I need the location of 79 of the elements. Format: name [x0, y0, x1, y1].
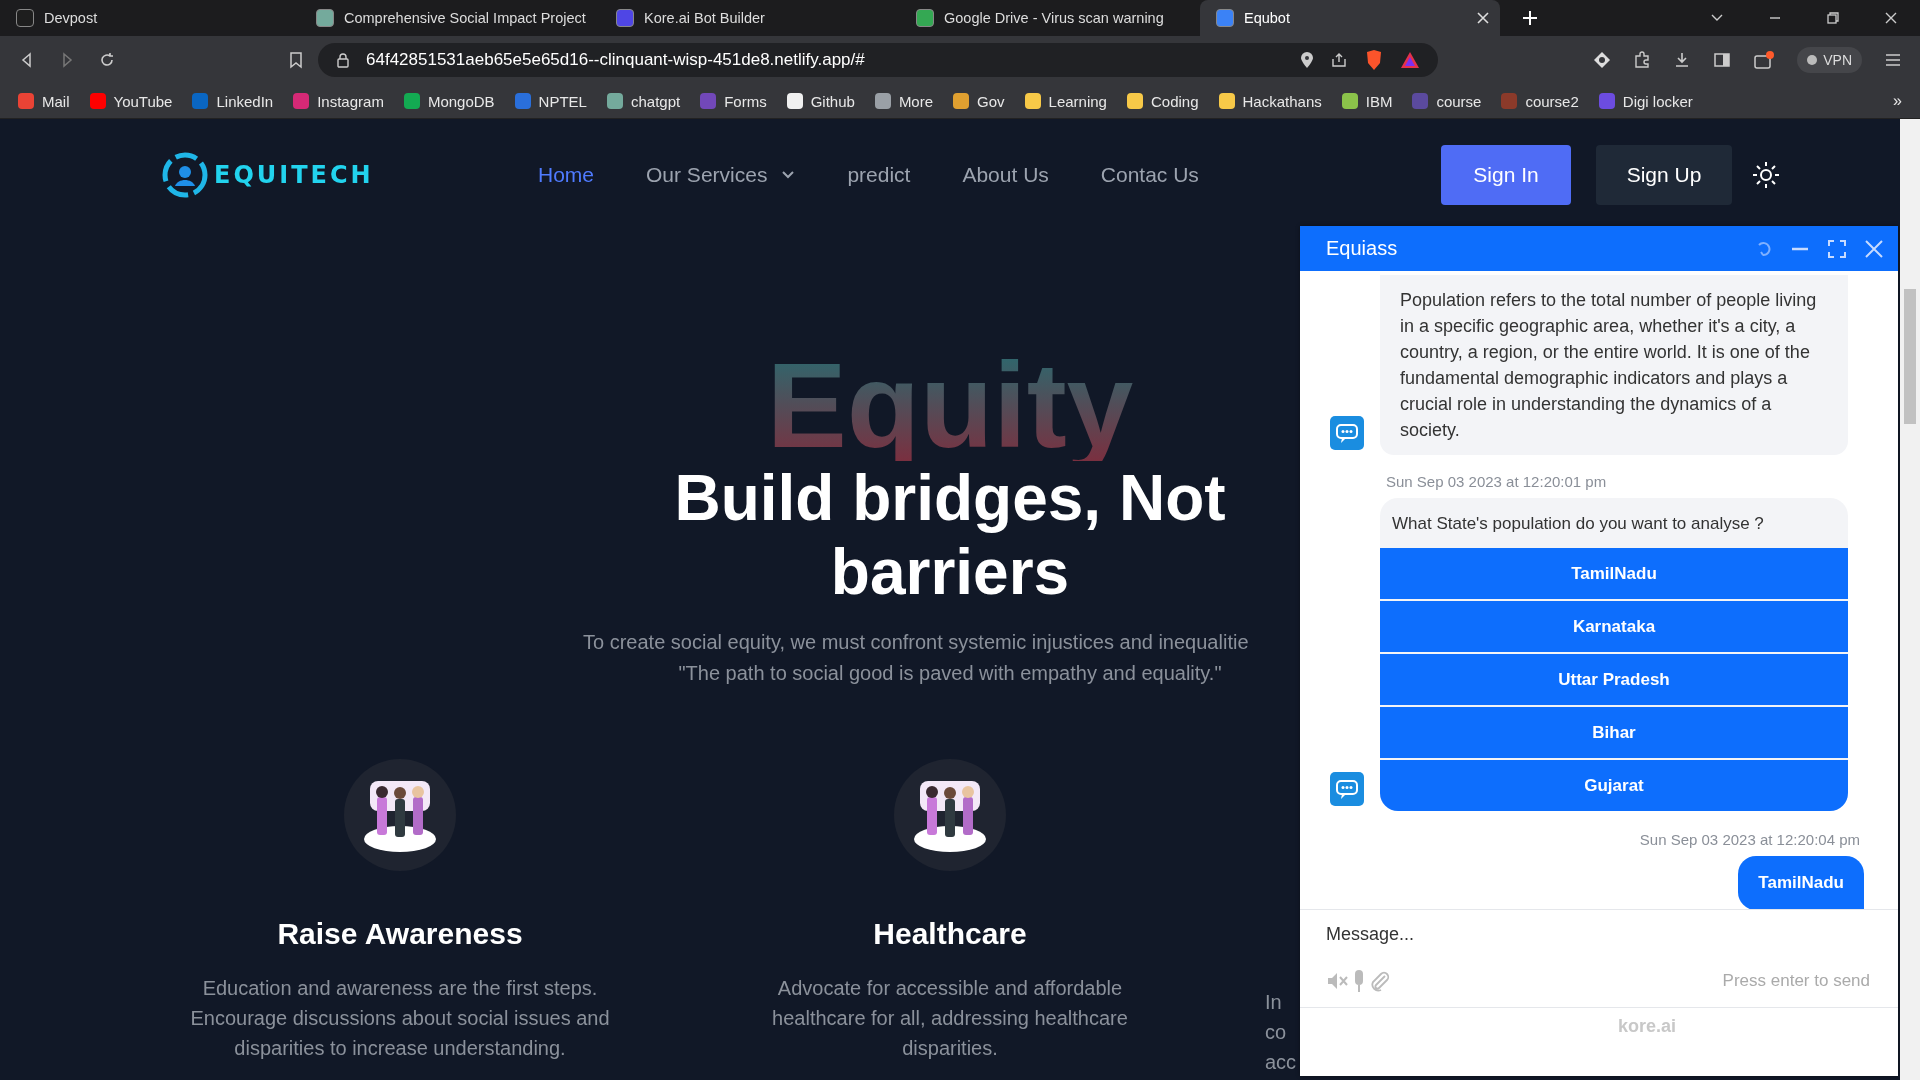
sun-icon[interactable] [1752, 161, 1780, 189]
bookmark-item[interactable]: course [1412, 92, 1482, 110]
browser-tab[interactable]: Kore.ai Bot Builder [600, 0, 900, 36]
bookmark-item[interactable]: IBM [1341, 92, 1393, 110]
browser-tab[interactable]: Comprehensive Social Impact Project [300, 0, 600, 36]
sign-up-button[interactable]: Sign Up [1596, 145, 1732, 205]
scrollbar[interactable] [1900, 119, 1920, 1080]
nav-link[interactable]: About Us [962, 163, 1049, 187]
diamond-icon[interactable] [1593, 51, 1612, 69]
triangle-icon[interactable] [1400, 51, 1420, 69]
bookmark-item[interactable]: chatgpt [606, 92, 681, 110]
card-description: Advocate for accessible and affordable healthcare for all, addressing healthcare disparities. [771, 976, 1129, 1061]
bookmark-item[interactable]: Mail [18, 92, 70, 110]
bookmark-item[interactable]: YouTube [89, 92, 173, 110]
close-icon[interactable] [1476, 11, 1490, 25]
expand-icon[interactable] [1827, 238, 1847, 259]
nav-link[interactable]: Home [538, 163, 595, 187]
user-message: TamilNadu [1738, 856, 1864, 909]
message-timestamp: Sun Sep 03 2023 at 12:20:04 pm [1639, 831, 1860, 848]
bookmark-item[interactable]: Coding [1126, 92, 1199, 110]
card-description: Education and awareness are the first steps. Encourage discussions about social issues and disparities to increase understanding. [189, 976, 611, 1061]
bookmark-item[interactable]: Digi locker [1598, 92, 1693, 110]
share-icon[interactable] [1330, 51, 1348, 69]
bookmark-item[interactable]: Instagram [293, 92, 384, 110]
bot-avatar-icon [1330, 416, 1364, 450]
option-button[interactable]: Bihar [1380, 707, 1848, 758]
bookmark-item[interactable]: Forms [700, 92, 767, 110]
bot-avatar-icon [1330, 772, 1364, 806]
new-tab-icon[interactable] [1522, 10, 1538, 26]
option-button[interactable]: Uttar Pradesh [1380, 654, 1848, 705]
vpn-button[interactable]: VPN [1797, 47, 1862, 73]
logo[interactable]: EQUITECH [160, 150, 538, 200]
nav-link[interactable]: Our Services [646, 163, 796, 187]
menu-icon[interactable] [1884, 51, 1902, 69]
bookmark-icon[interactable] [288, 51, 304, 69]
bookmark-item[interactable]: Hackathans [1218, 92, 1322, 110]
bookmark-item[interactable]: LinkedIn [192, 92, 274, 110]
browser-tab[interactable]: Devpost [0, 0, 300, 36]
option-button[interactable]: Karnataka [1380, 601, 1848, 652]
address-bar[interactable]: 64f42851531aeb65e5e65d16--clinquant-wisp-451de8.netlify.app/# [318, 43, 1438, 77]
browser-tab[interactable]: Google Drive - Virus scan warning [900, 0, 1200, 36]
bookmark-item[interactable]: More [874, 92, 934, 110]
hero-subtitle: To create social equity, we must confront systemic injustices and inequalitie [582, 631, 1249, 654]
browser-tab[interactable]: Equbot [1200, 0, 1500, 36]
sidebar-icon[interactable] [1713, 51, 1732, 69]
close-icon[interactable] [1884, 11, 1898, 25]
restore-icon[interactable] [1826, 11, 1840, 25]
url-text: 64f42851531aeb65e5e65d16--clinquant-wisp-451de8.netlify.app/# [366, 50, 865, 70]
bot-question: What State's population do you want to analyse ? [1391, 513, 1765, 535]
hero-title: Build bridges, Not barriers [673, 461, 1227, 609]
bookmark-item[interactable]: Learning [1024, 92, 1107, 110]
bookmark-item[interactable]: NPTEL [514, 92, 587, 110]
bot-message: Population refers to the total number of people living in a specific geographic area, whether it's a city, a country, a region, or the entire world. It is one of the fundamental demographic indicators and plays a crucial role in understanding the dynamics of a society. [1380, 275, 1848, 455]
location-pin-icon[interactable] [1300, 51, 1314, 69]
message-timestamp: Sun Sep 03 2023 at 12:20:01 pm [1386, 473, 1608, 490]
nav-link[interactable]: Contac Us [1100, 163, 1199, 187]
card-description-fragment: co [1265, 1020, 1287, 1045]
card-title: Raise Awareness [277, 917, 523, 951]
nav-link[interactable]: predict [847, 163, 911, 187]
option-button[interactable]: Gujarat [1380, 760, 1848, 811]
bookmark-item[interactable]: Github [786, 92, 855, 110]
bookmark-item[interactable]: Gov [953, 92, 1005, 110]
more-bookmarks-button[interactable]: » [1893, 92, 1902, 110]
reload-icon[interactable] [98, 51, 116, 69]
bookmark-item[interactable]: MongoDB [403, 92, 495, 110]
bookmark-item[interactable]: course2 [1501, 92, 1579, 110]
hero-quote: "The path to social good is paved with empathy and equality." [678, 662, 1222, 685]
sign-in-button[interactable]: Sign In [1441, 145, 1571, 205]
puzzle-icon[interactable] [1633, 51, 1652, 69]
card-description-fragment: acc [1265, 1050, 1297, 1075]
send-hint: Press enter to send [1722, 971, 1870, 991]
card-title: Healthcare [873, 917, 1027, 951]
paperclip-icon[interactable] [1368, 970, 1390, 992]
caret-icon[interactable] [781, 170, 796, 180]
lock-icon [336, 52, 350, 68]
card-description-fragment: In [1265, 990, 1282, 1015]
option-button[interactable]: TamilNadu [1380, 548, 1848, 599]
chat-title: Equiass [1326, 237, 1398, 260]
logo-icon [160, 150, 210, 200]
